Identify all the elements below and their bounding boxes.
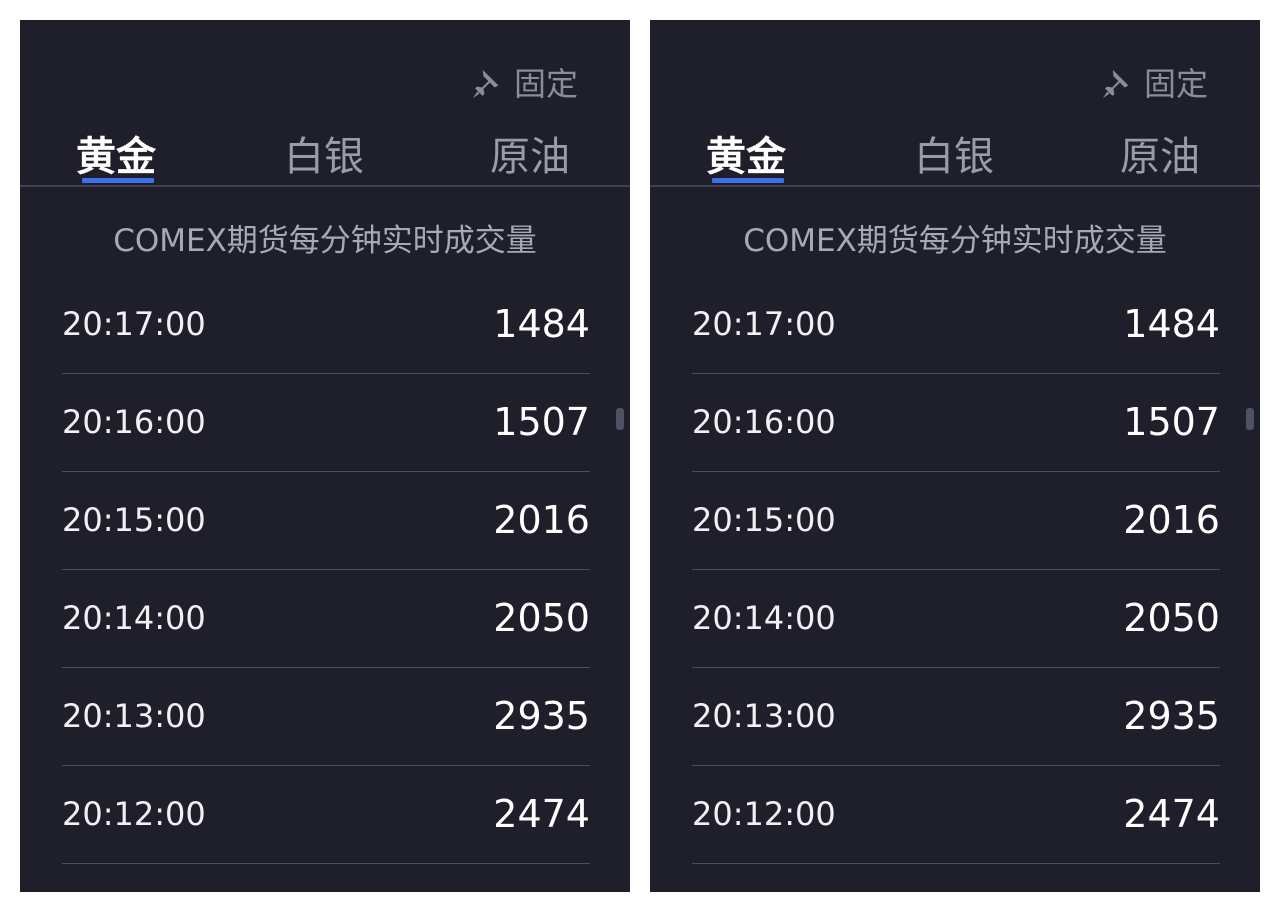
tabs-divider [650,185,1260,187]
row-time: 20:13:00 [62,697,206,735]
active-tab-indicator [82,178,154,183]
pin-label: 固定 [1143,65,1208,103]
row-time: 20:12:00 [692,795,836,833]
row-time: 20:15:00 [62,501,206,539]
list-item: 20:15:00 2016 [62,472,590,570]
tab-silver[interactable]: 白银 [284,128,364,186]
row-time: 20:17:00 [62,305,206,343]
volume-panel-left: 固定 黄金 白银 原油 COMEX期货每分钟实时成交量 20:17:00 148… [20,20,630,892]
tab-silver[interactable]: 白银 [914,128,994,186]
list-item: 20:12:00 2474 [692,766,1220,864]
row-volume: 2935 [493,694,590,738]
row-volume: 1507 [1123,400,1220,444]
row-volume: 2474 [493,792,590,836]
row-time: 20:13:00 [692,697,836,735]
row-time: 20:14:00 [62,599,206,637]
pin-icon [472,69,499,99]
list-item: 20:14:00 2050 [62,570,590,668]
row-volume: 1507 [493,400,590,444]
row-time: 20:15:00 [692,501,836,539]
row-time: 20:12:00 [62,795,206,833]
pin-button[interactable]: 固定 [470,64,578,104]
row-volume: 2016 [493,498,590,542]
volume-panel-right: 固定 黄金 白银 原油 COMEX期货每分钟实时成交量 20:17:00 148… [650,20,1260,892]
section-title: COMEX期货每分钟实时成交量 [743,223,1167,259]
tab-crude-oil[interactable]: 原油 [1120,128,1200,186]
volume-list[interactable]: 20:17:00 1484 20:16:00 1507 20:15:00 201… [692,276,1220,864]
tab-crude-oil[interactable]: 原油 [490,128,570,186]
row-volume: 2016 [1123,498,1220,542]
row-volume: 2935 [1123,694,1220,738]
row-volume: 2050 [1123,596,1220,640]
list-item: 20:14:00 2050 [692,570,1220,668]
pin-label: 固定 [513,65,578,103]
volume-list[interactable]: 20:17:00 1484 20:16:00 1507 20:15:00 201… [62,276,590,864]
active-tab-indicator [712,178,784,183]
list-item: 20:16:00 1507 [62,374,590,472]
row-volume: 1484 [493,302,590,346]
list-item: 20:13:00 2935 [62,668,590,766]
row-time: 20:16:00 [62,403,206,441]
list-item: 20:16:00 1507 [692,374,1220,472]
list-item: 20:15:00 2016 [692,472,1220,570]
list-item: 20:17:00 1484 [692,276,1220,374]
row-time: 20:14:00 [692,599,836,637]
list-item: 20:17:00 1484 [62,276,590,374]
row-volume: 2474 [1123,792,1220,836]
row-volume: 2050 [493,596,590,640]
pin-button[interactable]: 固定 [1100,64,1208,104]
row-time: 20:16:00 [692,403,836,441]
list-item: 20:12:00 2474 [62,766,590,864]
scrollbar-thumb[interactable] [1246,408,1254,430]
row-volume: 1484 [1123,302,1220,346]
list-item: 20:13:00 2935 [692,668,1220,766]
row-time: 20:17:00 [692,305,836,343]
section-title: COMEX期货每分钟实时成交量 [113,223,537,259]
scrollbar-thumb[interactable] [616,408,624,430]
pin-icon [1102,69,1129,99]
tabs-divider [20,185,630,187]
